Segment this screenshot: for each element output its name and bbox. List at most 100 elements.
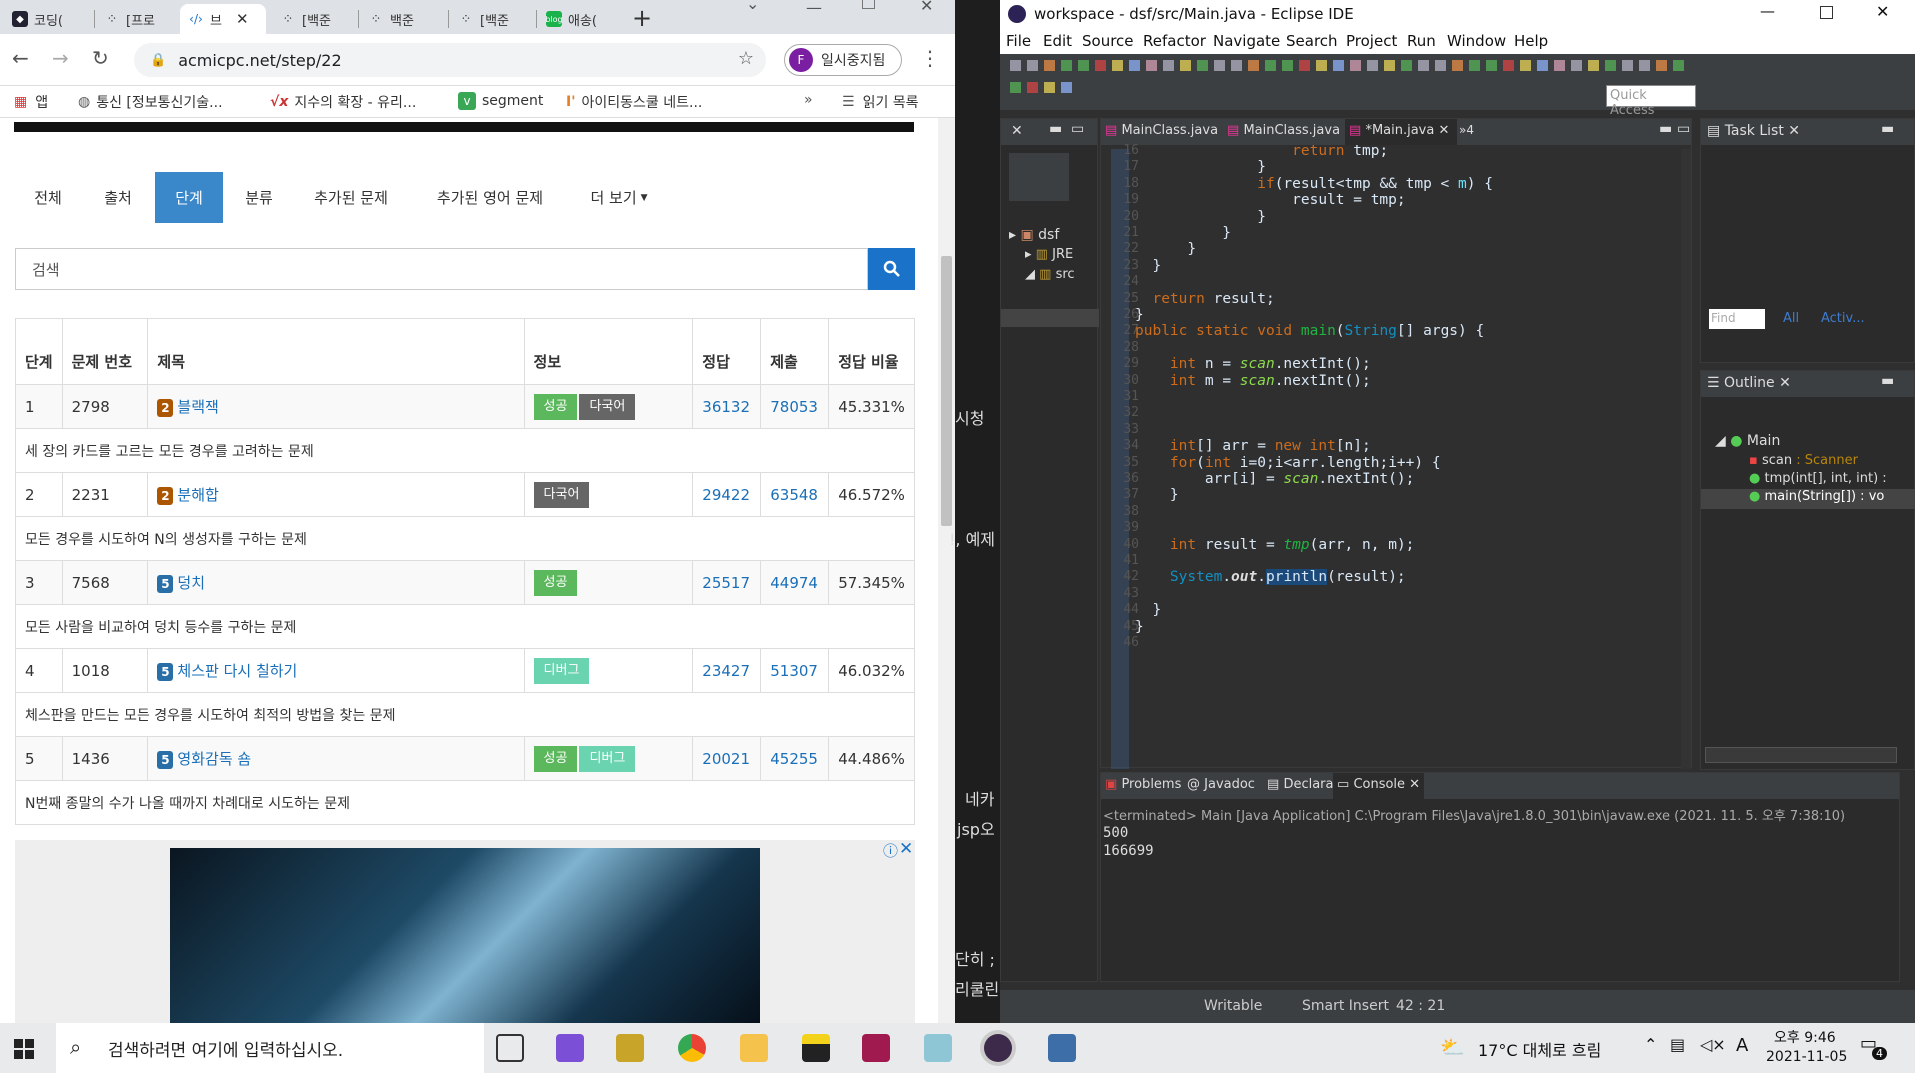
toolbar-button[interactable]: [1418, 60, 1429, 71]
menu-run[interactable]: Run: [1407, 32, 1436, 50]
problem-title-link[interactable]: 분해합: [177, 486, 218, 504]
toolbar-button[interactable]: [1044, 82, 1055, 93]
minimize-button[interactable]: —: [806, 0, 822, 17]
correct-count-link[interactable]: 29422: [692, 472, 762, 517]
problem-title-link[interactable]: 영화감독 숌: [177, 750, 251, 768]
problem-title-link[interactable]: 체스판 다시 칠하기: [177, 662, 297, 680]
ad-close-icon[interactable]: ✕: [899, 839, 913, 859]
code-line[interactable]: 32: [1101, 403, 1681, 420]
more-bookmarks-icon[interactable]: »: [804, 92, 813, 108]
toolbar-button[interactable]: [1214, 60, 1225, 71]
tree-src[interactable]: ◢ ▥ src: [1025, 267, 1075, 282]
ime-indicator[interactable]: A: [1736, 1035, 1748, 1056]
code-line[interactable]: 45}: [1101, 617, 1681, 635]
toolbar-button[interactable]: [1197, 60, 1208, 71]
menu-source[interactable]: Source: [1082, 32, 1134, 50]
tab-search-icon[interactable]: ⌄: [746, 0, 759, 13]
code-line[interactable]: 28: [1101, 338, 1681, 355]
menu-navigate[interactable]: Navigate: [1213, 32, 1280, 50]
status-badge[interactable]: 성공: [533, 393, 578, 420]
activate-link[interactable]: Activ...: [1821, 311, 1865, 326]
toolbar-button[interactable]: [1503, 60, 1514, 71]
toolbar-button[interactable]: [1248, 60, 1259, 71]
app-icon[interactable]: [862, 1034, 890, 1062]
toolbar-button[interactable]: [1401, 60, 1412, 71]
search-input[interactable]: 검색: [15, 248, 868, 290]
code-line[interactable]: 22 }: [1101, 239, 1681, 257]
tab-added-problems[interactable]: 추가된 문제: [295, 172, 407, 223]
minimize-view-icon[interactable]: ▬: [1659, 121, 1672, 137]
status-badge[interactable]: 성공: [533, 745, 578, 772]
menu-file[interactable]: File: [1006, 32, 1031, 50]
toolbar-button[interactable]: [1146, 60, 1157, 71]
browser-tab[interactable]: ⁘ [프로: [96, 4, 178, 34]
tree-project[interactable]: ▸ ▣ dsf: [1009, 227, 1059, 243]
status-badge[interactable]: 다국어: [579, 393, 636, 420]
python-icon[interactable]: [616, 1034, 644, 1062]
maximize-button[interactable]: [1820, 6, 1833, 19]
status-badge[interactable]: 디버그: [533, 657, 590, 684]
tab-console[interactable]: ▭ Console ✕: [1333, 773, 1425, 799]
toolbar-button[interactable]: [1282, 60, 1293, 71]
toolbar-button[interactable]: [1571, 60, 1582, 71]
outline-tab[interactable]: ☰ Outline ✕: [1707, 375, 1791, 391]
toolbar-button[interactable]: [1469, 60, 1480, 71]
code-line[interactable]: 44 }: [1101, 600, 1681, 618]
outline-method-selected[interactable]: ● main(String[]) : vo: [1701, 489, 1915, 509]
visual-studio-icon[interactable]: [556, 1034, 584, 1062]
browser-tab[interactable]: ⁘ [백준: [450, 4, 534, 34]
eclipse-taskbar-icon[interactable]: [984, 1034, 1012, 1062]
tab-problems[interactable]: ▣ Problems: [1105, 777, 1181, 792]
menu-edit[interactable]: Edit: [1043, 32, 1072, 50]
code-line[interactable]: 21 }: [1101, 223, 1681, 241]
editor-tab[interactable]: ▤ MainClass.java: [1227, 123, 1340, 138]
toolbar-button[interactable]: [1333, 60, 1344, 71]
tab-all[interactable]: 전체: [15, 172, 81, 223]
maximize-view-icon[interactable]: ▭: [1677, 121, 1690, 137]
menu-refactor[interactable]: Refactor: [1143, 32, 1206, 50]
tree-selected-row[interactable]: [1001, 309, 1099, 327]
find-input[interactable]: Find: [1709, 309, 1765, 329]
toolbar-button[interactable]: [1231, 60, 1242, 71]
tab-added-english[interactable]: 추가된 영어 문제: [412, 172, 568, 223]
minimize-view-icon[interactable]: ▬: [1881, 121, 1894, 137]
code-line[interactable]: 20 }: [1101, 207, 1681, 225]
clock-date[interactable]: 2021-11-05: [1766, 1049, 1847, 1065]
code-line[interactable]: 36 arr[i] = scan.nextInt();: [1101, 469, 1681, 487]
code-line[interactable]: 43: [1101, 584, 1681, 601]
code-line[interactable]: 23 }: [1101, 256, 1681, 274]
address-bar[interactable]: 🔒 acmicpc.net/step/22 ☆: [134, 43, 766, 77]
close-view-icon[interactable]: ✕: [1011, 123, 1023, 139]
toolbar-button[interactable]: [1010, 60, 1021, 71]
app-icon[interactable]: [924, 1034, 952, 1062]
menu-search[interactable]: Search: [1286, 32, 1338, 50]
bookmark-item[interactable]: I' 아이티동스쿨 네트...: [566, 92, 702, 112]
more-tabs-indicator[interactable]: »4: [1459, 123, 1474, 137]
toolbar-button[interactable]: [1044, 60, 1055, 71]
status-badge[interactable]: 디버그: [579, 745, 636, 772]
code-line[interactable]: 27 public static void main(String[] args)…: [1101, 321, 1681, 339]
toolbar-button[interactable]: [1010, 82, 1021, 93]
minimize-view-icon[interactable]: ▬: [1881, 373, 1894, 389]
editor-scrollbar[interactable]: [1681, 149, 1691, 769]
close-window-button[interactable]: ✕: [1876, 2, 1889, 21]
toolbar-button[interactable]: [1163, 60, 1174, 71]
chrome-icon[interactable]: [678, 1034, 706, 1062]
browser-tab-active[interactable]: ‹/› 브 ✕: [180, 4, 266, 34]
show-hidden-icons[interactable]: ⌃: [1644, 1035, 1657, 1054]
task-list-tab[interactable]: ▤ Task List ✕: [1707, 123, 1800, 139]
calculator-icon[interactable]: [1048, 1034, 1076, 1062]
volume-icon[interactable]: ◁×: [1700, 1035, 1726, 1054]
task-view-icon[interactable]: [496, 1034, 524, 1062]
code-line[interactable]: 24: [1101, 272, 1681, 289]
toolbar-button[interactable]: [1435, 60, 1446, 71]
toolbar-button[interactable]: [1299, 60, 1310, 71]
outline-method[interactable]: ● tmp(int[], int, int) :: [1749, 471, 1887, 486]
submit-count-link[interactable]: 63548: [760, 472, 830, 517]
tab-source[interactable]: 출처: [85, 172, 151, 223]
browser-tab[interactable]: blog 애송(: [538, 4, 622, 34]
outline-class[interactable]: ◢ ● Main: [1715, 433, 1780, 449]
code-line[interactable]: 34 int[] arr = new int[n];: [1101, 436, 1681, 454]
forward-icon[interactable]: →: [52, 46, 69, 70]
submit-count-link[interactable]: 45255: [760, 736, 830, 781]
